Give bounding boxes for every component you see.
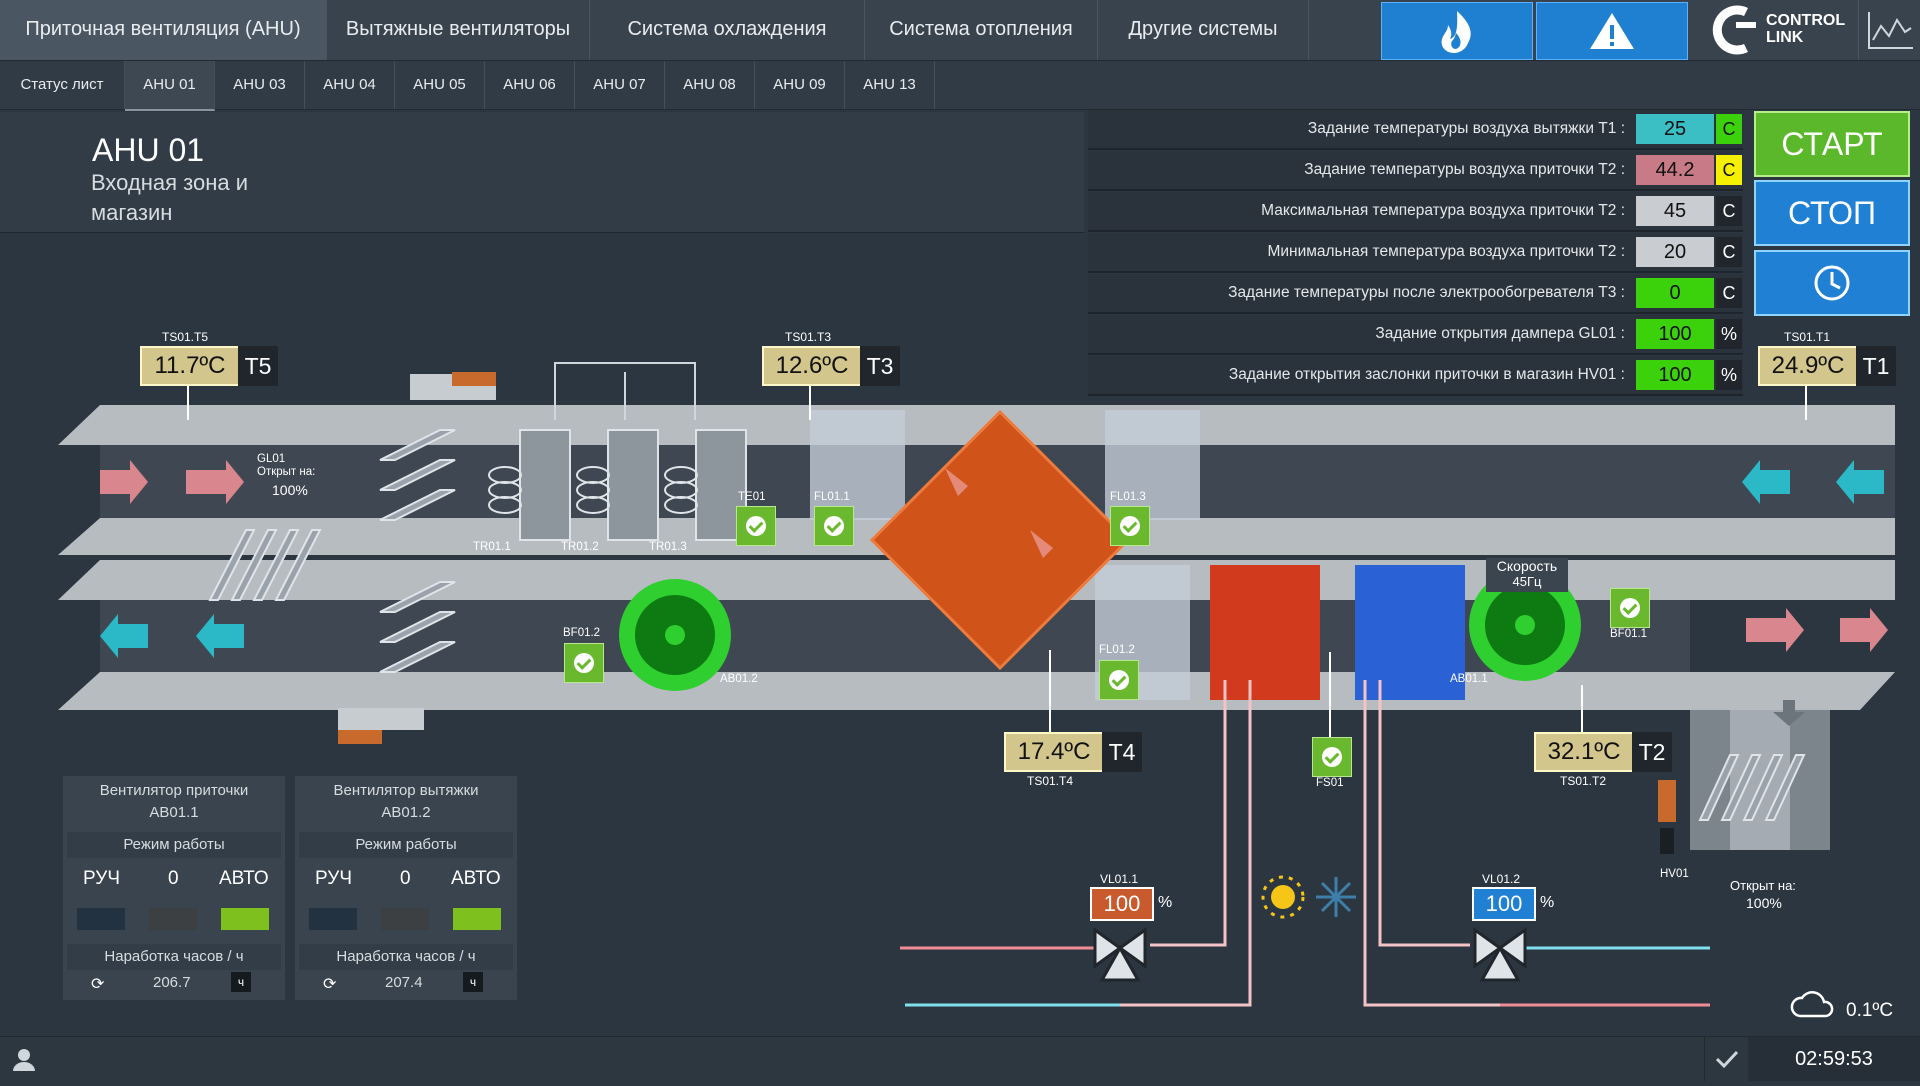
- label-tr013: TR01.3: [649, 541, 687, 553]
- outdoor-temperature: 0.1ºC: [1846, 1000, 1894, 1021]
- hv01-actuator: [1658, 780, 1676, 822]
- mode-off[interactable]: 0: [400, 868, 411, 890]
- heating-coil: [1210, 565, 1320, 700]
- mode-label: Режим работы: [299, 832, 513, 858]
- runtime-hours: 207.4: [385, 974, 423, 991]
- user-icon[interactable]: [10, 1045, 38, 1073]
- sensor-id-t2: TS01.T2: [1560, 774, 1607, 788]
- sensor-symbol-t3: T3: [860, 346, 900, 386]
- label-gl01: GL01: [257, 453, 286, 465]
- sensor-value-t5: 11.7ºC: [140, 346, 240, 386]
- runtime-unit: ч: [231, 972, 251, 992]
- sensor-id-t4: TS01.T4: [1027, 774, 1074, 788]
- clock-time: 02:59:53: [1748, 1037, 1920, 1081]
- fan-speed-label: Скорость: [1496, 558, 1558, 574]
- snowflake-icon: [1316, 877, 1356, 917]
- fan-speed-value: 45Гц: [1512, 574, 1542, 589]
- exhaust-fan-panel: Вентилятор вытяжки AB01.2 Режим работы Р…: [295, 776, 517, 1000]
- label-ab012: AB01.2: [720, 673, 758, 685]
- sensor-symbol-t5: T5: [238, 346, 278, 386]
- mode-indicator-manual: [77, 908, 125, 930]
- label-hv01-pct: 100%: [1746, 895, 1782, 911]
- fan-speed-box: Скорость 45Гц: [1486, 558, 1568, 592]
- mode-label: Режим работы: [67, 832, 281, 858]
- fan-panel-id: AB01.1: [149, 804, 199, 821]
- label-gl01-pct: 100%: [272, 482, 308, 498]
- fl013-status-check[interactable]: [1110, 506, 1150, 546]
- fan-panel-title: Вентилятор приточки: [99, 782, 249, 799]
- label-ab011: AB01.1: [1450, 673, 1488, 685]
- mode-auto[interactable]: АВТО: [219, 868, 269, 890]
- bf011-status-check[interactable]: [1610, 588, 1650, 628]
- valve-vl012: [1473, 927, 1527, 982]
- label-te01: TE01: [738, 491, 766, 503]
- sensor-symbol-t4: T4: [1102, 732, 1142, 772]
- checkmark-icon: [1715, 1050, 1739, 1069]
- valve-id-vl011: VL01.1: [1100, 872, 1139, 886]
- fan-panel-id: AB01.2: [381, 804, 431, 821]
- label-fl012: FL01.2: [1099, 644, 1135, 656]
- valve-unit-vl012: %: [1540, 894, 1555, 911]
- pipes: [900, 680, 1710, 1007]
- valve-value-vl012[interactable]: 100: [1472, 887, 1536, 921]
- runtime-label: Наработка часов / ч: [299, 944, 513, 970]
- fs01-status-check[interactable]: [1312, 737, 1352, 777]
- valve-value-vl011[interactable]: 100: [1090, 887, 1154, 921]
- sensor-value-t1: 24.9ºC: [1758, 346, 1858, 386]
- sensor-id-t1: TS01.T1: [1784, 330, 1831, 344]
- valve-vl011: [1093, 927, 1147, 982]
- fl011-status-check[interactable]: [814, 506, 854, 546]
- reset-icon[interactable]: ⟳: [323, 974, 336, 994]
- runtime-label: Наработка часов / ч: [67, 944, 281, 970]
- mode-manual[interactable]: РУЧ: [83, 868, 120, 890]
- sensor-id-t3: TS01.T3: [785, 330, 832, 344]
- ahu-diagram: [58, 362, 1895, 1007]
- supply-fan-panel: Вентилятор приточки AB01.1 Режим работы …: [63, 776, 285, 1000]
- sensor-value-t3: 12.6ºC: [762, 346, 862, 386]
- fan-panel-title: Вентилятор вытяжки: [333, 782, 479, 799]
- mode-indicator-manual: [309, 908, 357, 930]
- actuator-bottom: [338, 708, 424, 730]
- label-gl01-open: Открыт на:: [257, 466, 316, 478]
- sensor-symbol-t1: T1: [1856, 346, 1896, 386]
- cooling-coil: [1355, 565, 1465, 700]
- reset-icon[interactable]: ⟳: [91, 974, 104, 994]
- exhaust-fan-ab012: [619, 579, 731, 691]
- mode-indicator-off: [149, 908, 197, 930]
- sensor-id-t5: TS01.T5: [162, 330, 209, 344]
- bf012-status-check[interactable]: [564, 643, 604, 683]
- sensor-value-t2: 32.1ºC: [1534, 732, 1634, 772]
- label-hv01: HV01: [1660, 868, 1689, 880]
- label-fs01: FS01: [1316, 777, 1344, 789]
- runtime-hours: 206.7: [153, 974, 191, 991]
- mode-manual[interactable]: РУЧ: [315, 868, 352, 890]
- runtime-unit: ч: [463, 972, 483, 992]
- label-fl011: FL01.1: [814, 491, 850, 503]
- fl012-status-check[interactable]: [1099, 660, 1139, 700]
- status-bar: 02:59:53: [0, 1036, 1920, 1081]
- mode-auto[interactable]: АВТО: [451, 868, 501, 890]
- acknowledge-button[interactable]: [1704, 1037, 1750, 1081]
- valve-unit-vl011: %: [1158, 894, 1173, 911]
- label-bf012: BF01.2: [563, 627, 601, 639]
- heater-coils: [488, 429, 747, 541]
- mode-indicator-auto: [221, 908, 269, 930]
- sensor-symbol-t2: T2: [1632, 732, 1672, 772]
- sensor-value-t4: 17.4ºC: [1004, 732, 1104, 772]
- cloud-icon: [1790, 991, 1834, 1018]
- mode-indicator-off: [381, 908, 429, 930]
- label-tr012: TR01.2: [561, 541, 599, 553]
- sun-icon: [1261, 875, 1305, 919]
- label-tr011: TR01.1: [473, 541, 511, 553]
- mode-off[interactable]: 0: [168, 868, 179, 890]
- label-hv01-open: Открыт на:: [1730, 878, 1796, 893]
- te01-status-check[interactable]: [736, 506, 776, 546]
- mode-indicator-auto: [453, 908, 501, 930]
- label-fl013: FL01.3: [1110, 491, 1146, 503]
- valve-id-vl012: VL01.2: [1482, 872, 1521, 886]
- label-bf011: BF01.1: [1610, 628, 1648, 640]
